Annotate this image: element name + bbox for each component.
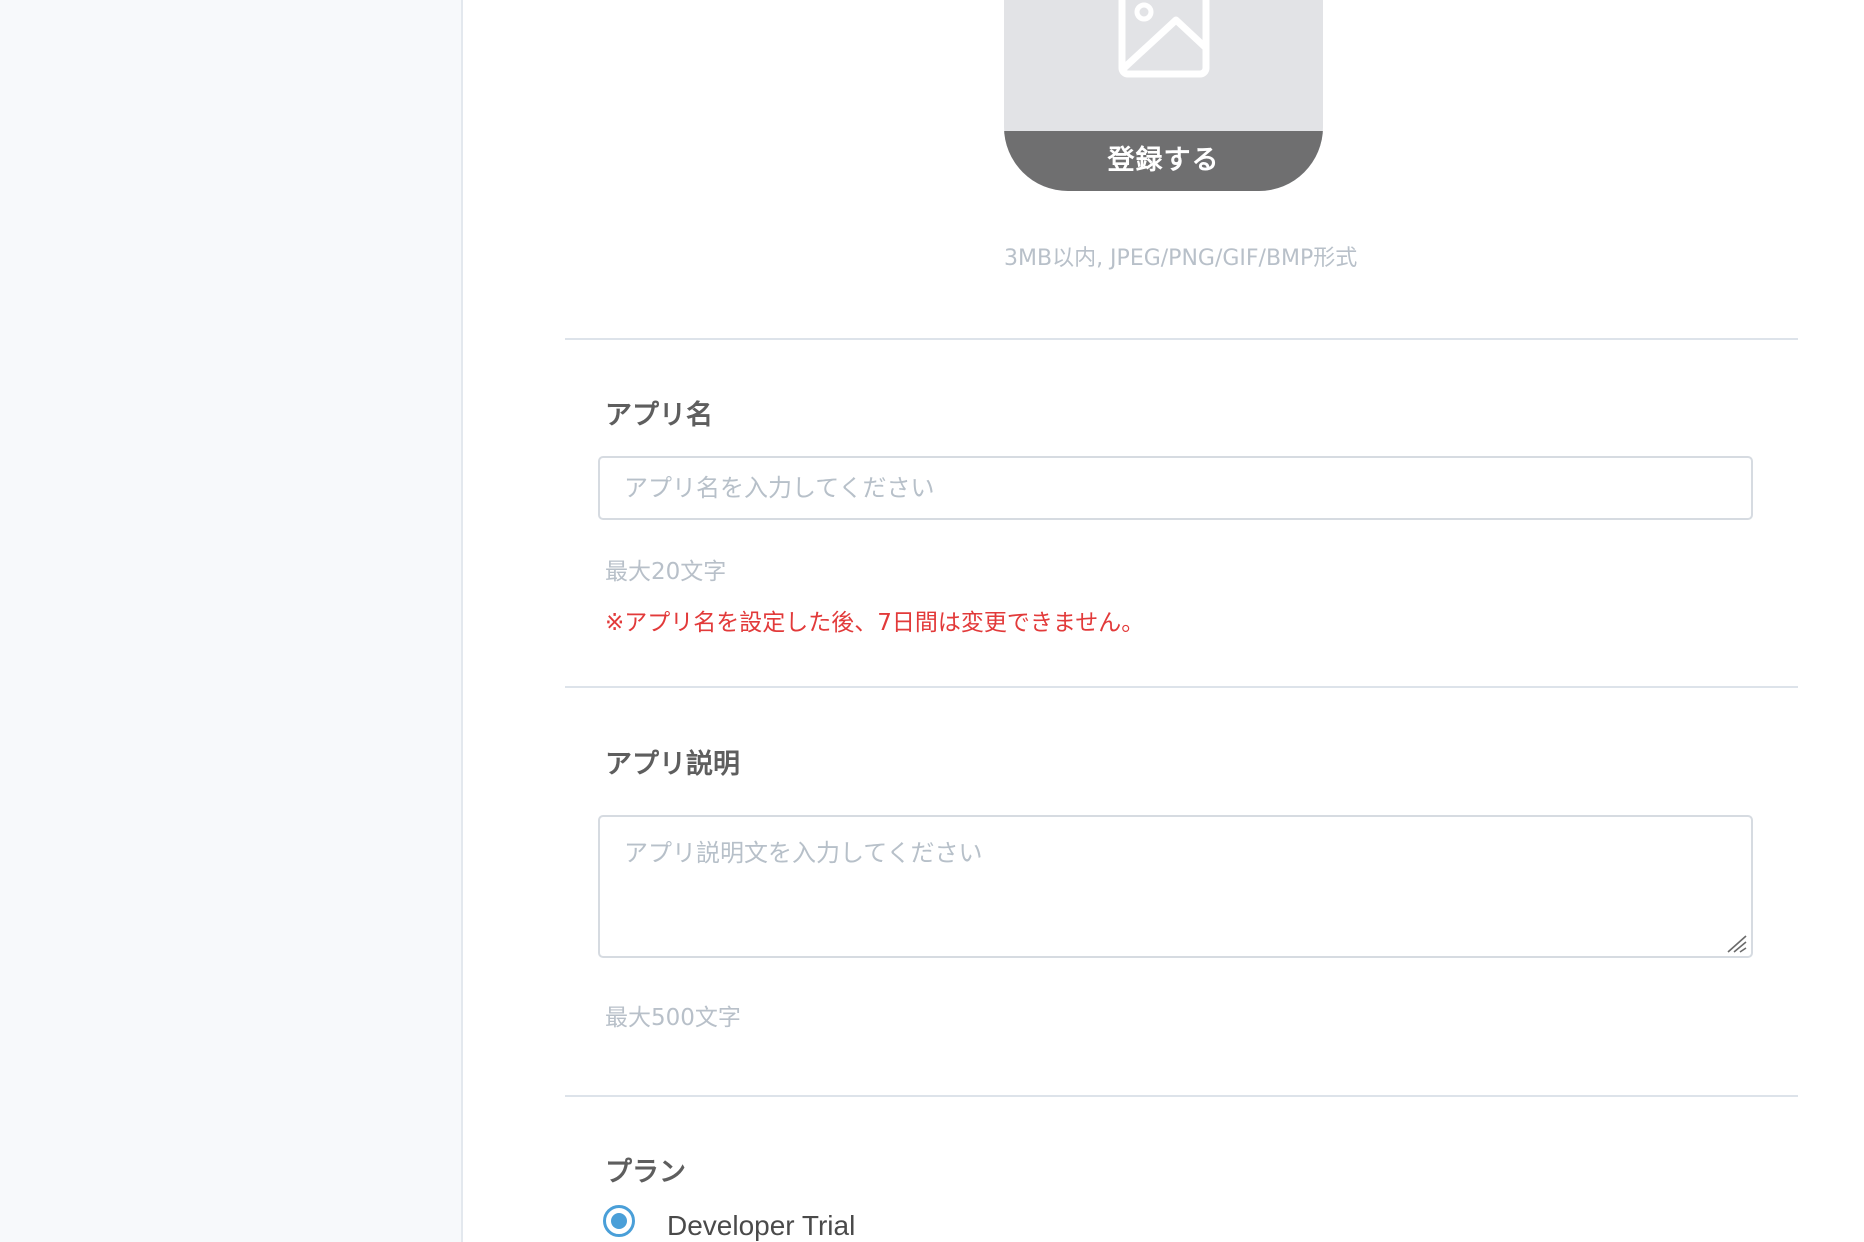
section-divider: [565, 1095, 1798, 1097]
app-name-input[interactable]: [598, 456, 1753, 520]
section-divider: [565, 338, 1798, 340]
resize-handle-icon[interactable]: [1726, 934, 1748, 954]
register-image-button[interactable]: 登録する: [1004, 131, 1323, 191]
app-name-title: アプリ名: [605, 400, 713, 431]
app-description-length-hint: 最大500文字: [605, 1005, 741, 1031]
app-name-length-hint: 最大20文字: [605, 559, 727, 585]
app-description-textarea[interactable]: [598, 815, 1753, 958]
image-placeholder-icon: [1118, 0, 1210, 78]
upload-format-hint: 3MB以内, JPEG/PNG/GIF/BMP形式: [1004, 246, 1358, 271]
app-description-title: アプリ説明: [605, 749, 740, 780]
sidebar: [0, 0, 463, 1242]
app-icon-uploader[interactable]: 登録する: [1004, 0, 1323, 191]
plan-option-label[interactable]: Developer Trial: [667, 1210, 855, 1242]
app-name-warning: ※アプリ名を設定した後、7日間は変更できません。: [605, 610, 1145, 636]
section-divider: [565, 686, 1798, 688]
plan-radio-developer-trial[interactable]: [603, 1205, 635, 1237]
plan-title: プラン: [605, 1157, 686, 1188]
main-content: 登録する 3MB以内, JPEG/PNG/GIF/BMP形式 アプリ名 最大20…: [465, 0, 1864, 1242]
